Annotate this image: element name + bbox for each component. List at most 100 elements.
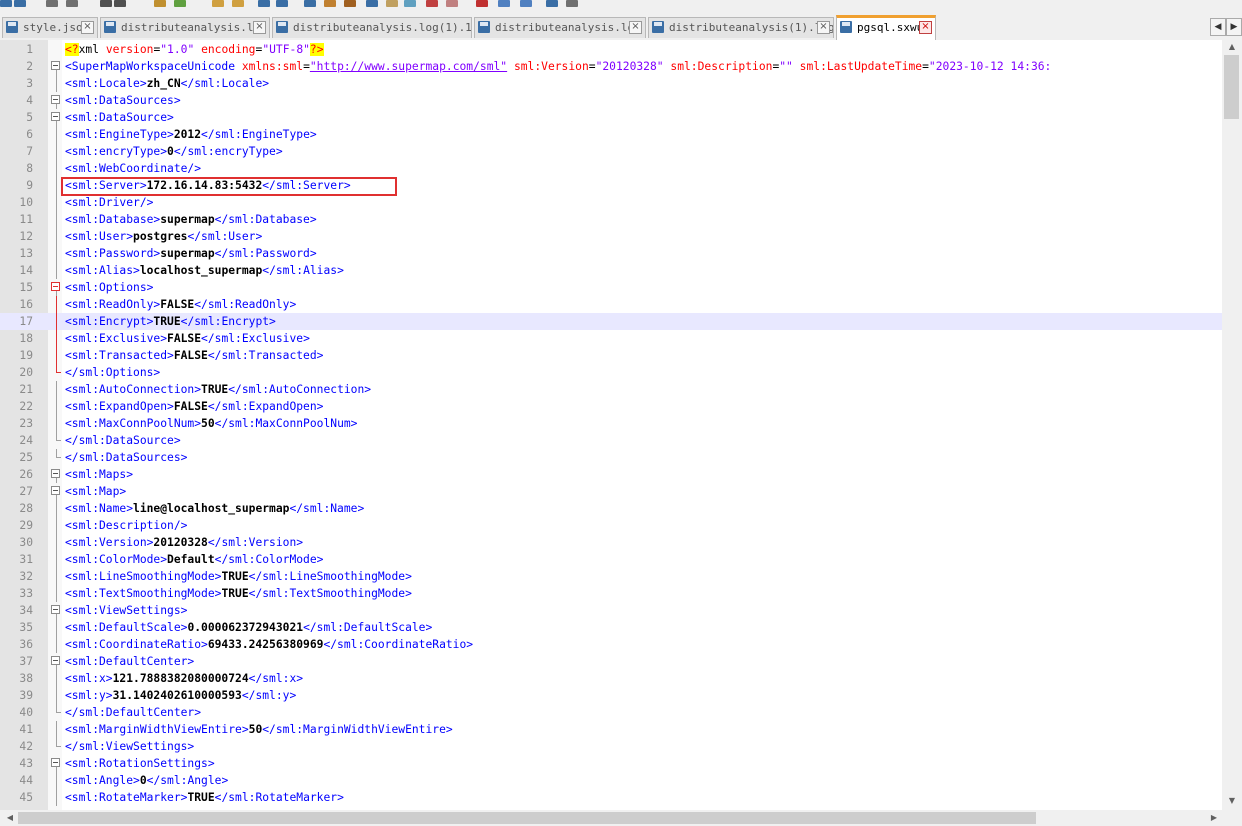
toolbar-button-icon[interactable] xyxy=(366,0,378,7)
toolbar-button-icon[interactable] xyxy=(100,0,112,7)
code-line[interactable]: 13 <sml:Password>supermap</sml:Password> xyxy=(0,245,1222,262)
toolbar-button-icon[interactable] xyxy=(566,0,578,7)
fold-toggle-icon[interactable] xyxy=(51,486,60,495)
tab-style-json[interactable]: style.json × xyxy=(2,17,98,38)
code-line[interactable]: 23 <sml:MaxConnPoolNum>50</sml:MaxConnPoo… xyxy=(0,415,1222,432)
toolbar-button-icon[interactable] xyxy=(324,0,336,7)
scroll-left-arrow-icon[interactable]: ◀ xyxy=(0,813,20,822)
toolbar-button-icon[interactable] xyxy=(546,0,558,7)
code-line[interactable]: 42 </sml:ViewSettings> xyxy=(0,738,1222,755)
code-line[interactable]: 34 <sml:ViewSettings> xyxy=(0,602,1222,619)
toolbar-button-icon[interactable] xyxy=(114,0,126,7)
scroll-down-arrow-icon[interactable]: ▼ xyxy=(1222,796,1242,805)
close-tab-icon[interactable]: × xyxy=(919,21,932,34)
code-line[interactable]: 7 <sml:encryType>0</sml:encryType> xyxy=(0,143,1222,160)
tab-distributeanalysis-log-2[interactable]: distributeanalysis.log × xyxy=(474,17,646,38)
toolbar-button-icon[interactable] xyxy=(426,0,438,7)
code-line[interactable]: 9 <sml:Server>172.16.14.83:5432</sml:Serv… xyxy=(0,177,1222,194)
vertical-scrollbar[interactable]: ▲ ▼ xyxy=(1222,40,1242,810)
code-line[interactable]: 27 <sml:Map> xyxy=(0,483,1222,500)
toolbar-button-icon[interactable] xyxy=(520,0,532,7)
code-line[interactable]: 29 <sml:Description/> xyxy=(0,517,1222,534)
code-line[interactable]: 32 <sml:LineSmoothingMode>TRUE</sml:LineS… xyxy=(0,568,1222,585)
toolbar-button-icon[interactable] xyxy=(446,0,458,7)
fold-toggle-icon[interactable] xyxy=(51,656,60,665)
toolbar-button-icon[interactable] xyxy=(404,0,416,7)
code-line[interactable]: 35 <sml:DefaultScale>0.000062372943021</s… xyxy=(0,619,1222,636)
tab-scroll-right-button[interactable]: ▶ xyxy=(1226,18,1242,36)
code-line[interactable]: 1 <?xml version="1.0" encoding="UTF-8"?> xyxy=(0,41,1222,58)
close-tab-icon[interactable]: × xyxy=(817,21,830,34)
code-line[interactable]: 44 <sml:Angle>0</sml:Angle> xyxy=(0,772,1222,789)
toolbar-button-icon[interactable] xyxy=(258,0,270,7)
code-line[interactable]: 16 <sml:ReadOnly>FALSE</sml:ReadOnly> xyxy=(0,296,1222,313)
code-line[interactable]: 30 <sml:Version>20120328</sml:Version> xyxy=(0,534,1222,551)
tab-distributeanalysis-log[interactable]: distributeanalysis.log × xyxy=(100,17,270,38)
code-line[interactable]: 36 <sml:CoordinateRatio>69433.24256380969… xyxy=(0,636,1222,653)
toolbar-button-icon[interactable] xyxy=(386,0,398,7)
code-line[interactable]: 21 <sml:AutoConnection>TRUE</sml:AutoConn… xyxy=(0,381,1222,398)
toolbar-button-icon[interactable] xyxy=(66,0,78,7)
toolbar-button-icon[interactable] xyxy=(476,0,488,7)
toolbar-button-icon[interactable] xyxy=(498,0,510,7)
code-line[interactable]: 8 <sml:WebCoordinate/> xyxy=(0,160,1222,177)
code-line[interactable]: 15 <sml:Options> xyxy=(0,279,1222,296)
toolbar-button-icon[interactable] xyxy=(304,0,316,7)
toolbar-button-icon[interactable] xyxy=(212,0,224,7)
code-line[interactable]: 4 <sml:DataSources> xyxy=(0,92,1222,109)
fold-toggle-icon[interactable] xyxy=(51,95,60,104)
toolbar-button-icon[interactable] xyxy=(0,0,12,7)
code-line[interactable]: 18 <sml:Exclusive>FALSE</sml:Exclusive> xyxy=(0,330,1222,347)
code-line[interactable]: 45 <sml:RotateMarker>TRUE</sml:RotateMark… xyxy=(0,789,1222,806)
code-line[interactable]: 2 <SuperMapWorkspaceUnicode xmlns:sml="ht… xyxy=(0,58,1222,75)
code-line[interactable]: 38 <sml:x>121.7888382080000724</sml:x> xyxy=(0,670,1222,687)
toolbar-button-icon[interactable] xyxy=(344,0,356,7)
horizontal-scrollbar[interactable]: ◀ ▶ xyxy=(0,810,1242,826)
code-editor[interactable]: 1 <?xml version="1.0" encoding="UTF-8"?> 2… xyxy=(0,40,1222,810)
tab-distributeanalysis-log-1-1[interactable]: distributeanalysis.log(1).1 xyxy=(272,17,472,38)
close-tab-icon[interactable]: × xyxy=(81,21,94,34)
code-line[interactable]: 10 <sml:Driver/> xyxy=(0,194,1222,211)
fold-toggle-icon[interactable] xyxy=(51,282,60,291)
code-line[interactable]: 20 </sml:Options> xyxy=(0,364,1222,381)
fold-toggle-icon[interactable] xyxy=(51,112,60,121)
toolbar-button-icon[interactable] xyxy=(154,0,166,7)
fold-toggle-icon[interactable] xyxy=(51,758,60,767)
tab-pgsql-sxwu[interactable]: pgsql.sxwu × xyxy=(836,15,936,40)
code-line[interactable]: 25 </sml:DataSources> xyxy=(0,449,1222,466)
code-line[interactable]: 37 <sml:DefaultCenter> xyxy=(0,653,1222,670)
toolbar-button-icon[interactable] xyxy=(14,0,26,7)
code-line[interactable]: 28 <sml:Name>line@localhost_supermap</sml… xyxy=(0,500,1222,517)
horizontal-scroll-thumb[interactable] xyxy=(18,812,1036,824)
code-line[interactable]: 12 <sml:User>postgres</sml:User> xyxy=(0,228,1222,245)
code-line[interactable]: 3 <sml:Locale>zh_CN</sml:Locale> xyxy=(0,75,1222,92)
code-line[interactable]: 26 <sml:Maps> xyxy=(0,466,1222,483)
close-tab-icon[interactable]: × xyxy=(253,21,266,34)
code-line[interactable]: 22 <sml:ExpandOpen>FALSE</sml:ExpandOpen> xyxy=(0,398,1222,415)
fold-toggle-icon[interactable] xyxy=(51,61,60,70)
vertical-scroll-thumb[interactable] xyxy=(1224,55,1239,119)
toolbar-button-icon[interactable] xyxy=(174,0,186,7)
tab-scroll-left-button[interactable]: ◀ xyxy=(1210,18,1226,36)
toolbar-button-icon[interactable] xyxy=(46,0,58,7)
toolbar-button-icon[interactable] xyxy=(276,0,288,7)
code-line[interactable]: 31 <sml:ColorMode>Default</sml:ColorMode> xyxy=(0,551,1222,568)
code-line[interactable]: 5 <sml:DataSource> xyxy=(0,109,1222,126)
scroll-up-arrow-icon[interactable]: ▲ xyxy=(1222,42,1242,51)
toolbar-button-icon[interactable] xyxy=(232,0,244,7)
fold-toggle-icon[interactable] xyxy=(51,605,60,614)
tab-distributeanalysis-1-log[interactable]: distributeanalysis(1).log × xyxy=(648,17,834,38)
code-line[interactable]: 41 <sml:MarginWidthViewEntire>50</sml:Mar… xyxy=(0,721,1222,738)
code-line[interactable]: 11 <sml:Database>supermap</sml:Database> xyxy=(0,211,1222,228)
code-line[interactable]: 39 <sml:y>31.1402402610000593</sml:y> xyxy=(0,687,1222,704)
fold-toggle-icon[interactable] xyxy=(51,469,60,478)
code-line[interactable]: 6 <sml:EngineType>2012</sml:EngineType> xyxy=(0,126,1222,143)
code-line[interactable]: 33 <sml:TextSmoothingMode>TRUE</sml:TextS… xyxy=(0,585,1222,602)
scroll-right-arrow-icon[interactable]: ▶ xyxy=(1204,813,1224,822)
code-line[interactable]: 43 <sml:RotationSettings> xyxy=(0,755,1222,772)
code-line[interactable]: 19 <sml:Transacted>FALSE</sml:Transacted> xyxy=(0,347,1222,364)
code-line[interactable]: 14 <sml:Alias>localhost_supermap</sml:Ali… xyxy=(0,262,1222,279)
close-tab-icon[interactable]: × xyxy=(629,21,642,34)
code-line[interactable]: 40 </sml:DefaultCenter> xyxy=(0,704,1222,721)
code-line[interactable]: 24 </sml:DataSource> xyxy=(0,432,1222,449)
